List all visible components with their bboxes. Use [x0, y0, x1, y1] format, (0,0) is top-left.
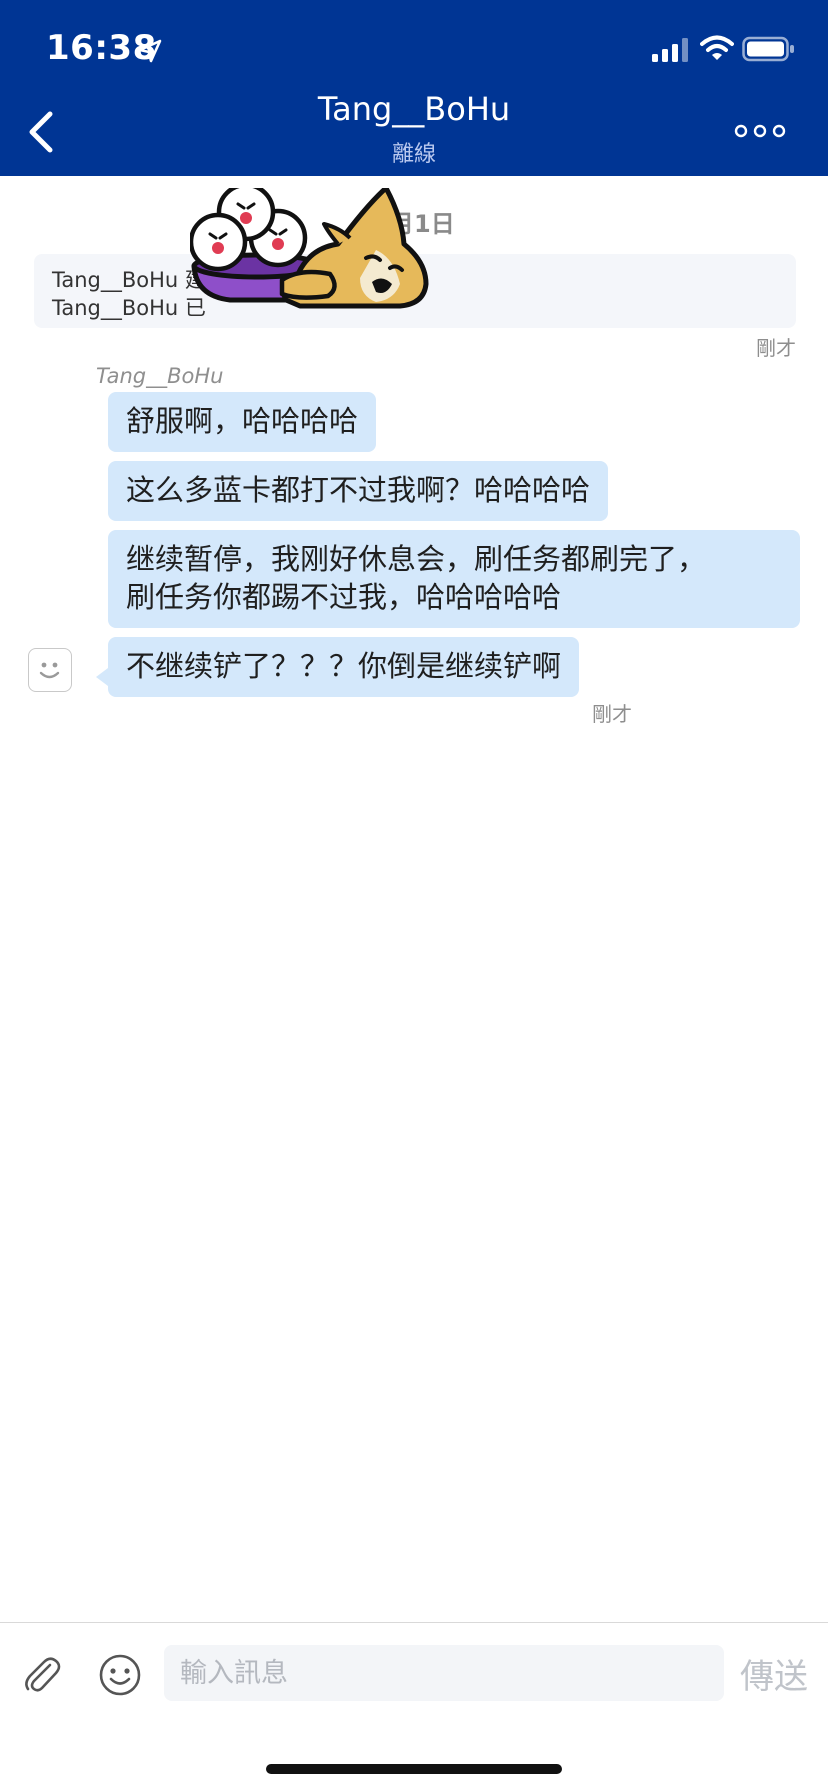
- shiba-sticker-image[interactable]: [190, 188, 486, 336]
- send-button[interactable]: 傳送: [740, 1649, 808, 1698]
- message-text: 这么多蓝卡都打不过我啊？哈哈哈哈: [126, 473, 591, 507]
- system-message-line: Tang__BoHu 建: [52, 268, 206, 292]
- chat-title: Tang__BoHu: [317, 90, 511, 128]
- system-message-time: 剛才: [756, 336, 796, 360]
- message-time: 剛才: [592, 702, 632, 726]
- message-bubble[interactable]: 这么多蓝卡都打不过我啊？哈哈哈哈: [108, 461, 609, 521]
- more-horizontal-icon[interactable]: [734, 124, 786, 138]
- message-composer: 傳送: [0, 1622, 828, 1743]
- message-input[interactable]: [164, 1645, 724, 1701]
- message-text-line: 继续暂停，我刚好休息会，刷任务都刷完了，: [126, 542, 707, 576]
- bubble-tail: [96, 668, 108, 686]
- smiley-icon[interactable]: [98, 1653, 142, 1697]
- smiley-avatar-icon: [39, 662, 60, 679]
- message-bubble[interactable]: 舒服啊，哈哈哈哈: [108, 392, 377, 452]
- app-header: 16:38 Tang__BoHu 離線: [0, 0, 828, 176]
- presence-status: 離線: [391, 142, 436, 167]
- system-message-line: Tang__BoHu 已: [52, 296, 206, 320]
- location-arrow-icon: [138, 39, 162, 63]
- home-indicator[interactable]: [266, 1764, 562, 1774]
- battery-icon: [742, 36, 794, 62]
- message-bubble[interactable]: 不继续铲了？？？你倒是继续铲啊: [108, 637, 580, 697]
- message-text-line: 刷任务你都踢不过我，哈哈哈哈哈: [126, 580, 562, 614]
- cellular-signal-icon: [652, 38, 688, 62]
- message-text: 舒服啊，哈哈哈哈: [126, 404, 359, 438]
- default-avatar-icon[interactable]: [28, 648, 72, 692]
- paperclip-icon[interactable]: [20, 1653, 64, 1697]
- sender-name: Tang__BoHu: [96, 364, 224, 388]
- wifi-icon: [700, 35, 734, 60]
- message-bubble[interactable]: 继续暂停，我刚好休息会，刷任务都刷完了， 刷任务你都踢不过我，哈哈哈哈哈: [108, 530, 800, 628]
- message-text: 不继续铲了？？？你倒是继续铲啊: [126, 649, 562, 683]
